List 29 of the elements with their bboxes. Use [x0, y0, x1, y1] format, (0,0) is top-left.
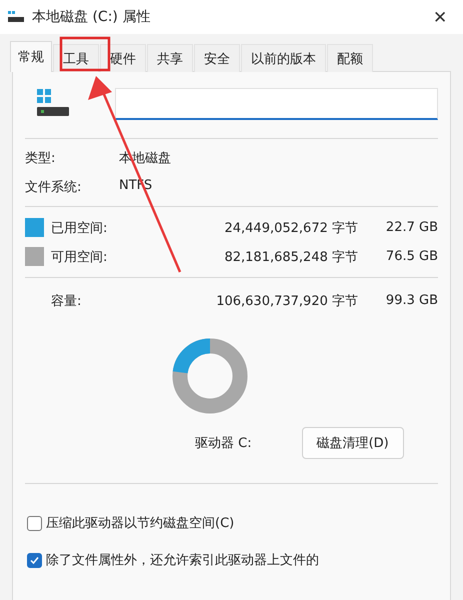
tab[interactable]: 以前的版本: [241, 44, 326, 72]
space-bytes: 24,449,052,672 字节: [223, 220, 358, 236]
highlight-frame: [60, 36, 110, 72]
tab[interactable]: 共享: [147, 44, 193, 72]
checkbox[interactable]: [27, 516, 42, 530]
space-bytes: 82,181,685,248 字节: [223, 248, 358, 266]
space-size: 76.5 GB: [384, 249, 438, 264]
tab[interactable]: 配额: [327, 44, 373, 72]
option-label: 压缩此驱动器以节约磁盘空间(C): [46, 515, 234, 532]
tab[interactable]: 常规: [10, 41, 52, 72]
window-title: 本地磁盘 (C:) 属性: [32, 8, 152, 26]
space-label: 已用空间:: [51, 220, 108, 236]
tab[interactable]: 硬件: [100, 44, 146, 72]
checkbox[interactable]: [27, 552, 42, 568]
drive-name-field[interactable]: [115, 88, 438, 120]
drive-icon: [8, 11, 24, 23]
capacity-bytes: 106,630,737,920 字节: [215, 292, 358, 310]
drive-label: 驱动器 C:: [195, 435, 252, 452]
info-label: 类型:: [25, 150, 56, 167]
option-label: 除了文件属性外，还允许索引此驱动器上文件的: [46, 552, 319, 569]
capacity-size: 99.3 GB: [384, 293, 438, 308]
tab[interactable]: 安全: [194, 44, 240, 72]
space-label: 可用空间:: [51, 248, 108, 266]
space-size: 22.7 GB: [384, 220, 438, 235]
capacity-label: 容量:: [51, 292, 82, 310]
checkmark-icon: [30, 556, 39, 564]
disk-cleanup-button[interactable]: 磁盘清理(D): [302, 427, 404, 459]
close-button[interactable]: ✕: [429, 6, 451, 28]
info-label: 文件系统:: [25, 179, 82, 196]
